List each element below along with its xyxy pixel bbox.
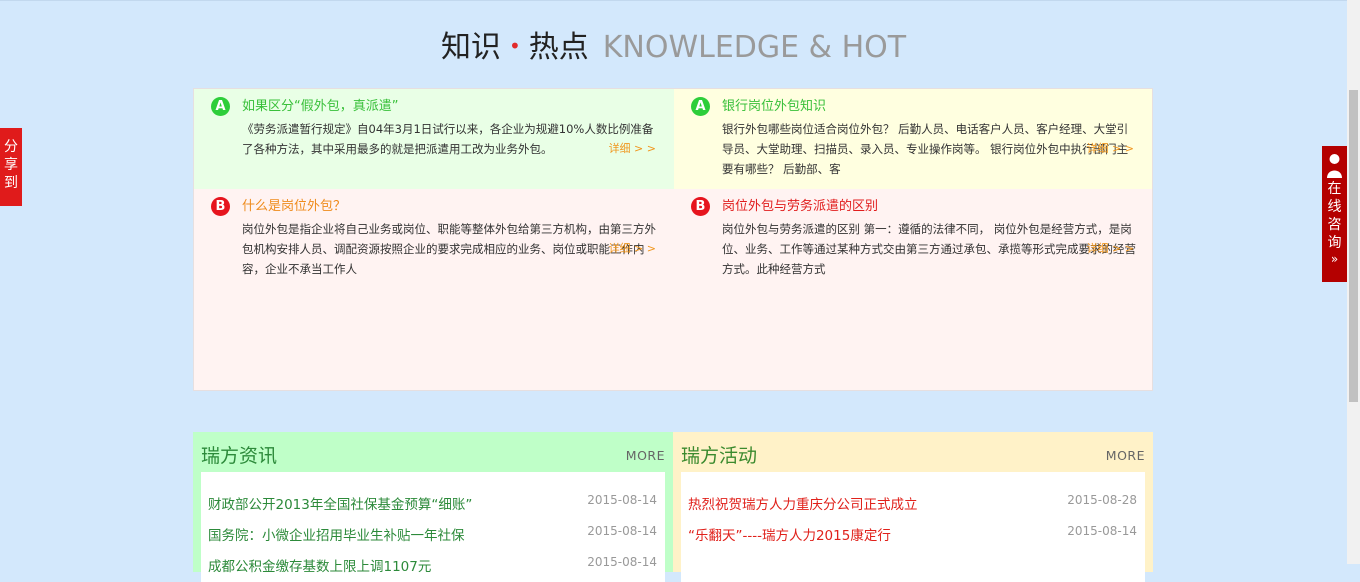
knowledge-summary: 《劳务派遣暂行规定》自04年3月1日试行以来，各企业为规避10%人数比例准备了各… bbox=[242, 122, 654, 156]
detail-link[interactable]: 详细 > > bbox=[609, 240, 656, 256]
knowledge-panel: A 如果区分“假外包，真派遣” 《劳务派遣暂行规定》自04年3月1日试行以来，各… bbox=[193, 88, 1153, 391]
knowledge-summary: 岗位外包是指企业将自己业务或岗位、职能等整体外包给第三方机构，由第三方外包机构安… bbox=[242, 222, 656, 276]
person-icon bbox=[1327, 154, 1342, 178]
list-item[interactable]: 财政部公开2013年全国社保基金预算“细账” 2015-08-14 bbox=[201, 484, 665, 516]
section-title-en: KNOWLEDGE & HOT bbox=[602, 30, 907, 65]
knowledge-title-link[interactable]: 岗位外包与劳务派遣的区别 bbox=[722, 198, 878, 216]
double-chevron-icon: » bbox=[1330, 252, 1339, 266]
knowledge-title-link[interactable]: 银行岗位外包知识 bbox=[722, 98, 826, 116]
badge-b-icon: B bbox=[691, 197, 710, 216]
list-item[interactable]: 热烈祝贺瑞方人力重庆分公司正式成立 2015-08-28 bbox=[681, 484, 1145, 516]
news-item-date: 2015-08-14 bbox=[587, 524, 657, 538]
news-more-link[interactable]: MORE bbox=[626, 448, 665, 463]
list-item[interactable]: “乐翻天”----瑞方人力2015康定行 2015-08-14 bbox=[681, 515, 1145, 547]
knowledge-summary: 岗位外包与劳务派遣的区别 第一：遵循的法律不同， 岗位外包是经营方式，是岗位、业… bbox=[722, 222, 1136, 276]
consult-label: 在线咨询 bbox=[1327, 181, 1342, 251]
knowledge-item: B 岗位外包与劳务派遣的区别 岗位外包与劳务派遣的区别 第一：遵循的法律不同， … bbox=[674, 189, 1152, 289]
activity-item-title[interactable]: 热烈祝贺瑞方人力重庆分公司正式成立 bbox=[688, 493, 918, 513]
activities-more-link[interactable]: MORE bbox=[1106, 448, 1145, 463]
activities-title: 瑞方活动 bbox=[681, 445, 758, 467]
title-dot: • bbox=[508, 34, 521, 58]
section-title-cn-1: 知识 bbox=[440, 30, 501, 65]
activity-item-date: 2015-08-28 bbox=[1067, 493, 1137, 507]
news-item-title[interactable]: 财政部公开2013年全国社保基金预算“细账” bbox=[208, 493, 472, 513]
news-title: 瑞方资讯 bbox=[201, 445, 278, 467]
share-tab[interactable]: 分享到 bbox=[0, 128, 22, 206]
news-list: 财政部公开2013年全国社保基金预算“细账” 2015-08-14 国务院：小微… bbox=[201, 472, 665, 582]
badge-a-icon: A bbox=[211, 97, 230, 116]
knowledge-summary: 银行外包哪些岗位适合岗位外包？ 后勤人员、电话客户人员、客户经理、大堂引导员、大… bbox=[722, 122, 1129, 176]
badge-a-icon: A bbox=[691, 97, 710, 116]
activity-item-date: 2015-08-14 bbox=[1067, 524, 1137, 538]
badge-b-icon: B bbox=[211, 197, 230, 216]
online-consult-tab[interactable]: 在线咨询 » bbox=[1322, 146, 1347, 282]
section-title-cn-2: 热点 bbox=[528, 30, 589, 65]
knowledge-item: A 银行岗位外包知识 银行外包哪些岗位适合岗位外包？ 后勤人员、电话客户人员、客… bbox=[674, 89, 1152, 189]
page-scrollbar[interactable] bbox=[1347, 0, 1360, 564]
knowledge-item: A 如果区分“假外包，真派遣” 《劳务派遣暂行规定》自04年3月1日试行以来，各… bbox=[194, 89, 674, 189]
detail-link[interactable]: 详细 > > bbox=[609, 140, 656, 156]
detail-link[interactable]: 详细 > > bbox=[1087, 240, 1134, 256]
news-item-date: 2015-08-14 bbox=[587, 555, 657, 569]
list-item[interactable]: 国务院：小微企业招用毕业生补贴一年社保 2015-08-14 bbox=[201, 515, 665, 547]
news-item-title[interactable]: 国务院：小微企业招用毕业生补贴一年社保 bbox=[208, 524, 465, 544]
scrollbar-thumb[interactable] bbox=[1349, 90, 1358, 402]
top-divider bbox=[0, 0, 1347, 1]
list-item[interactable]: 成都公积金缴存基数上限上调1107元 2015-08-14 bbox=[201, 546, 665, 578]
knowledge-title-link[interactable]: 如果区分“假外包，真派遣” bbox=[242, 98, 398, 116]
news-item-title[interactable]: 成都公积金缴存基数上限上调1107元 bbox=[208, 555, 431, 575]
activities-block: 瑞方活动 MORE 热烈祝贺瑞方人力重庆分公司正式成立 2015-08-28 “… bbox=[673, 432, 1153, 582]
section-title: 知识 • 热点 KNOWLEDGE & HOT bbox=[0, 26, 1347, 72]
knowledge-title-link[interactable]: 什么是岗位外包？ bbox=[242, 198, 346, 216]
detail-link[interactable]: 详细 > > bbox=[1087, 140, 1134, 156]
activities-list: 热烈祝贺瑞方人力重庆分公司正式成立 2015-08-28 “乐翻天”----瑞方… bbox=[681, 472, 1145, 582]
knowledge-item: B 什么是岗位外包？ 岗位外包是指企业将自己业务或岗位、职能等整体外包给第三方机… bbox=[194, 189, 674, 289]
news-item-date: 2015-08-14 bbox=[587, 493, 657, 507]
activity-item-title[interactable]: “乐翻天”----瑞方人力2015康定行 bbox=[688, 524, 891, 544]
news-block: 瑞方资讯 MORE 财政部公开2013年全国社保基金预算“细账” 2015-08… bbox=[193, 432, 673, 582]
